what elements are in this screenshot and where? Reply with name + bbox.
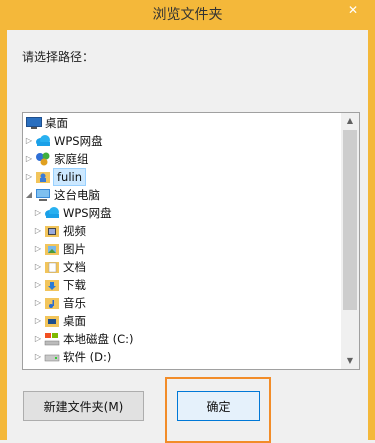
expand-arrow-icon[interactable]: ▷ xyxy=(24,150,34,168)
tree-item-label: 桌面 xyxy=(63,314,86,328)
scroll-down-icon[interactable]: ▼ xyxy=(341,353,359,369)
path-prompt-label: 请选择路径： xyxy=(22,50,95,64)
ok-button[interactable]: 确定 xyxy=(177,391,260,421)
tree-item-label: WPS网盘 xyxy=(54,134,103,148)
expand-arrow-icon[interactable]: ▷ xyxy=(33,312,43,330)
user-folder-icon xyxy=(35,170,51,184)
dialog-client-area: 请选择路径： 桌面 ▷ WPS网盘 ▷ 家庭组 ▷ fulin ◢ 这台电脑 ▷… xyxy=(7,30,368,443)
tree-item-videos[interactable]: ▷ 视频 xyxy=(23,222,339,240)
tree-item-documents[interactable]: ▷ 文档 xyxy=(23,258,339,276)
expand-arrow-icon[interactable]: ▷ xyxy=(33,294,43,312)
tree-item-label: 桌面 xyxy=(45,116,68,130)
cloud-icon xyxy=(44,206,60,220)
window-frame-right xyxy=(368,30,375,440)
tree-item-label: 视频 xyxy=(63,224,86,238)
expand-arrow-icon[interactable]: ▷ xyxy=(33,258,43,276)
tree-item-label: 本地磁盘 (C:) xyxy=(63,332,134,346)
tree-item-drive-d[interactable]: ▷ 软件 (D:) xyxy=(23,348,339,366)
tree-item-music[interactable]: ▷ 音乐 xyxy=(23,294,339,312)
tree-item-label: WPS网盘 xyxy=(63,206,112,220)
desktop-icon xyxy=(26,116,42,130)
tree-items: 桌面 ▷ WPS网盘 ▷ 家庭组 ▷ fulin ◢ 这台电脑 ▷ WPS网盘 … xyxy=(23,113,339,369)
tree-item-label: 家庭组 xyxy=(54,152,89,166)
downloads-folder-icon xyxy=(44,278,60,292)
computer-icon xyxy=(35,188,51,202)
pictures-folder-icon xyxy=(44,242,60,256)
tree-item-label: 下载 xyxy=(63,278,86,292)
expand-arrow-icon[interactable]: ▷ xyxy=(33,348,43,366)
tree-item-wps-cloud-pc[interactable]: ▷ WPS网盘 xyxy=(23,204,339,222)
window-frame-left xyxy=(0,30,7,440)
documents-folder-icon xyxy=(44,260,60,274)
desktop-folder-icon xyxy=(44,314,60,328)
homegroup-icon xyxy=(35,152,51,166)
new-folder-button[interactable]: 新建文件夹(M) xyxy=(23,391,144,421)
cloud-icon xyxy=(35,134,51,148)
expand-arrow-icon[interactable]: ▷ xyxy=(33,204,43,222)
folder-tree-view[interactable]: 桌面 ▷ WPS网盘 ▷ 家庭组 ▷ fulin ◢ 这台电脑 ▷ WPS网盘 … xyxy=(22,112,360,370)
window-title: 浏览文件夹 xyxy=(152,7,223,23)
expand-arrow-icon[interactable]: ▷ xyxy=(24,168,34,186)
tree-item-label: fulin xyxy=(53,168,87,186)
expand-arrow-icon[interactable]: ▷ xyxy=(33,240,43,258)
tree-item-label: 音乐 xyxy=(63,296,86,310)
tree-item-drive-c[interactable]: ▷ 本地磁盘 (C:) xyxy=(23,330,339,348)
tree-item-label: 图片 xyxy=(63,242,86,256)
expand-arrow-icon[interactable]: ▷ xyxy=(33,222,43,240)
close-button[interactable]: ✕ xyxy=(331,0,375,20)
expand-arrow-icon[interactable]: ▷ xyxy=(33,276,43,294)
tree-item-fulin[interactable]: ▷ fulin xyxy=(23,168,339,186)
music-folder-icon xyxy=(44,296,60,310)
expand-arrow-icon[interactable]: ▷ xyxy=(33,330,43,348)
tree-item-this-pc[interactable]: ◢ 这台电脑 xyxy=(23,186,339,204)
scroll-up-icon[interactable]: ▲ xyxy=(341,113,359,129)
tree-item-label: 这台电脑 xyxy=(54,188,100,202)
close-icon: ✕ xyxy=(347,3,359,17)
scrollbar-thumb[interactable] xyxy=(343,130,357,310)
collapse-arrow-icon[interactable]: ◢ xyxy=(24,186,34,204)
tree-item-homegroup[interactable]: ▷ 家庭组 xyxy=(23,150,339,168)
system-drive-icon xyxy=(44,332,60,346)
tree-item-label: 软件 (D:) xyxy=(63,350,112,364)
tree-item-desktop[interactable]: 桌面 xyxy=(23,114,339,132)
expand-arrow-icon[interactable]: ▷ xyxy=(24,132,34,150)
drive-icon xyxy=(44,350,60,364)
tree-item-label: 文档 xyxy=(63,260,86,274)
tree-item-desktop-pc[interactable]: ▷ 桌面 xyxy=(23,312,339,330)
vertical-scrollbar[interactable]: ▲ ▼ xyxy=(341,113,359,369)
tree-item-pictures[interactable]: ▷ 图片 xyxy=(23,240,339,258)
video-folder-icon xyxy=(44,224,60,238)
tree-item-downloads[interactable]: ▷ 下载 xyxy=(23,276,339,294)
tree-item-wps-cloud[interactable]: ▷ WPS网盘 xyxy=(23,132,339,150)
